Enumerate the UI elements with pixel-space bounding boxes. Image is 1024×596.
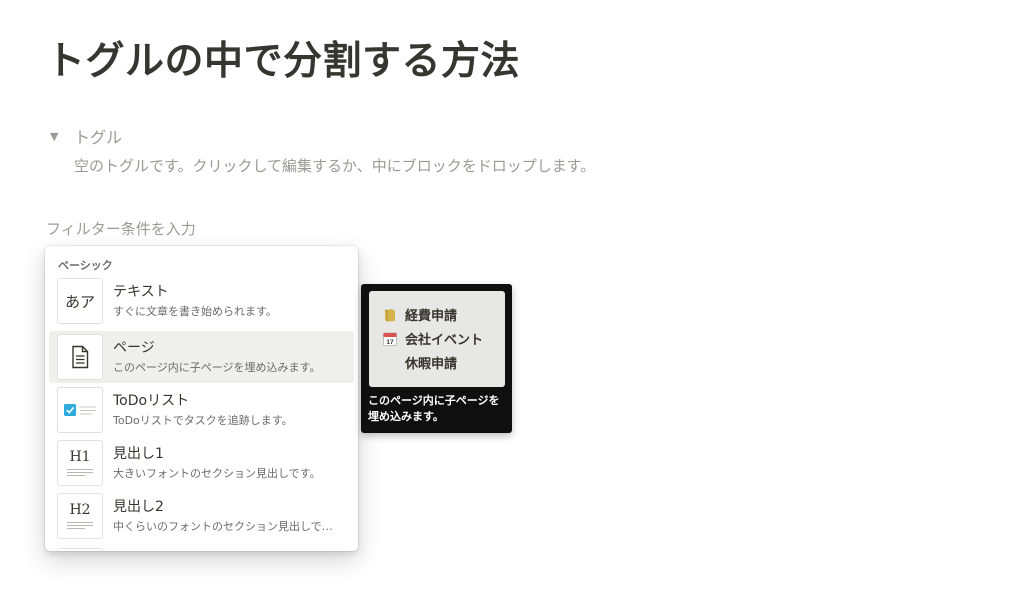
- menu-item-partial[interactable]: [49, 545, 354, 551]
- menu-item-heading1[interactable]: H1 見出し1 大きいフォントのセクション見出しです。: [49, 437, 354, 489]
- preview-row-label: 会社イベント: [405, 333, 484, 348]
- heading1-glyph: H1: [69, 449, 91, 465]
- preview-caption: このページ内に子ページを埋め込みます。: [368, 394, 500, 423]
- preview-row-label: 経費申請: [405, 309, 458, 324]
- triangle-down-icon[interactable]: ▼: [50, 130, 68, 143]
- menu-item-description: すぐに文章を書き始められます。: [113, 305, 277, 318]
- partial-item-icon: [57, 548, 103, 551]
- preview-card: 経費申請 17 会社イベント 休暇申請: [369, 291, 505, 387]
- heading1-icon: H1: [57, 440, 103, 486]
- text-icon-glyph: あア: [64, 292, 95, 311]
- menu-item-title: ページ: [113, 340, 155, 356]
- preview-row-expense: 経費申請: [383, 305, 457, 324]
- menu-item-title: ToDoリスト: [113, 393, 190, 409]
- menu-item-description: ToDoリストでタスクを追跡します。: [113, 414, 293, 427]
- checkbox-icon: [57, 387, 103, 433]
- toggle-empty-hint[interactable]: 空のトグルです。クリックして編集するか、中にブロックをドロップします。: [74, 155, 595, 176]
- menu-item-description: このページ内に子ページを埋め込みます。: [113, 361, 321, 374]
- heading2-icon: H2: [57, 493, 103, 539]
- calendar-icon: 17: [383, 332, 397, 346]
- preview-row-leave: 休暇申請: [383, 353, 457, 372]
- preview-row-event: 17 会社イベント: [383, 329, 483, 348]
- preview-row-label: 休暇申請: [405, 357, 458, 372]
- text-icon: あア: [57, 278, 103, 324]
- menu-item-page[interactable]: ページ このページ内に子ページを埋め込みます。: [49, 331, 354, 383]
- block-menu: ベーシック あア テキスト すぐに文章を書き始められます。 ページ このページ内…: [45, 246, 358, 551]
- menu-item-description: 大きいフォントのセクション見出しです。: [113, 467, 321, 480]
- menu-item-title: 見出し2: [113, 499, 164, 515]
- page-icon: [57, 334, 103, 380]
- toggle-label[interactable]: トグル: [74, 124, 122, 148]
- menu-item-heading2[interactable]: H2 見出し2 中くらいのフォントのセクション見出しで…: [49, 490, 354, 542]
- menu-item-description: 中くらいのフォントのセクション見出しで…: [113, 520, 333, 533]
- blank-icon: [383, 356, 397, 370]
- menu-section-label: ベーシック: [58, 259, 113, 272]
- calendar-icon-day: 17: [386, 339, 394, 346]
- page-title[interactable]: トグルの中で分割する方法: [46, 30, 520, 86]
- heading2-glyph: H2: [69, 502, 91, 518]
- menu-item-text[interactable]: あア テキスト すぐに文章を書き始められます。: [49, 275, 354, 327]
- page-preview-tooltip: 経費申請 17 会社イベント 休暇申請 このページ内に子ページを埋め込みます。: [361, 284, 512, 433]
- folder-icon: [383, 308, 397, 322]
- toggle-block[interactable]: ▼ トグル: [50, 124, 122, 148]
- menu-item-title: 見出し1: [113, 446, 164, 462]
- filter-input[interactable]: [46, 217, 366, 241]
- menu-item-todo[interactable]: ToDoリスト ToDoリストでタスクを追跡します。: [49, 384, 354, 436]
- menu-item-title: テキスト: [113, 284, 169, 300]
